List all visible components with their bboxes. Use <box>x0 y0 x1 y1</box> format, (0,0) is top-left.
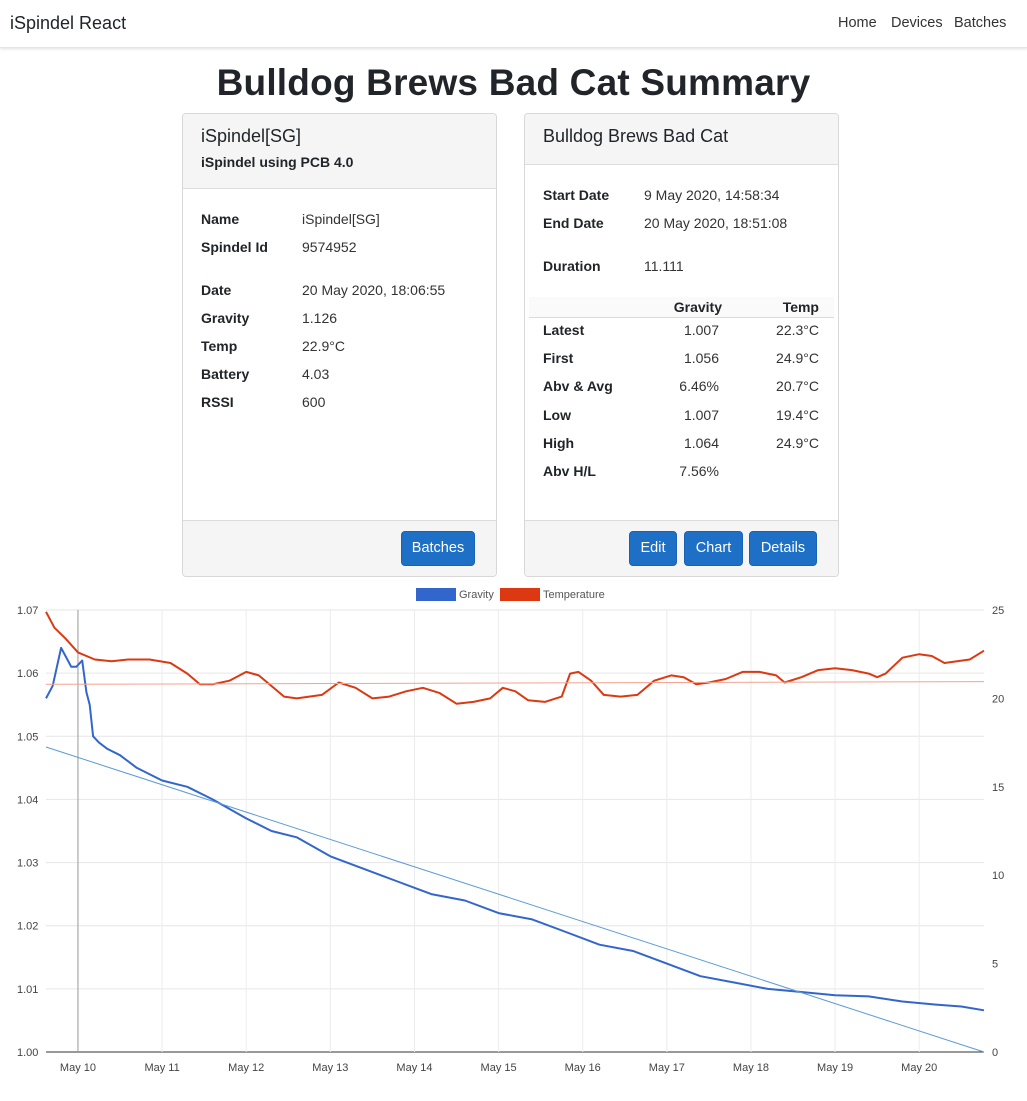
y-right-tick-label: 0 <box>992 1047 998 1059</box>
batch-card: Bulldog Brews Bad Cat Start Date 9 May 2… <box>524 113 839 577</box>
field-label-start-date: Start Date <box>543 187 610 203</box>
details-button[interactable]: Details <box>749 531 817 566</box>
field-label-duration: Duration <box>543 258 601 274</box>
field-label-battery: Battery <box>201 366 250 382</box>
chart-button[interactable]: Chart <box>684 531 743 566</box>
y-left-tick-label: 1.02 <box>17 921 38 933</box>
field-label-end-date: End Date <box>543 215 604 231</box>
stats-temp-abv-avg: 20.7°C <box>776 378 819 394</box>
page-title: Bulldog Brews Bad Cat Summary <box>216 62 811 103</box>
stats-temp-high: 24.9°C <box>776 435 819 451</box>
stats-label-low: Low <box>543 407 571 423</box>
x-tick-label: May 10 <box>60 1062 96 1074</box>
batch-card-header: Bulldog Brews Bad Cat <box>525 114 838 165</box>
device-card-header: iSpindel[SG] iSpindel using PCB 4.0 <box>183 114 496 189</box>
x-tick-label: May 20 <box>901 1062 937 1074</box>
stats-label-first: First <box>543 350 574 366</box>
stats-label-latest: Latest <box>543 322 585 338</box>
stats-temp-low: 19.4°C <box>776 407 819 423</box>
legend-gravity-swatch[interactable] <box>416 588 456 601</box>
field-value-end-date: 20 May 2020, 18:51:08 <box>644 215 788 231</box>
nav-devices[interactable]: Devices <box>891 15 943 31</box>
stats-temp-latest: 22.3°C <box>776 322 819 338</box>
field-value-date: 20 May 2020, 18:06:55 <box>302 282 446 298</box>
x-tick-label: May 13 <box>312 1062 348 1074</box>
y-left-tick-label: 1.06 <box>17 668 38 680</box>
chart-series <box>45 611 985 1053</box>
y-right-tick-label: 15 <box>992 782 1004 794</box>
field-value-start-date: 9 May 2020, 14:58:34 <box>644 187 780 203</box>
device-card-footer: Batches <box>183 520 496 576</box>
y-right-tick-label: 25 <box>992 605 1004 617</box>
y-right-tick-label: 5 <box>992 959 998 971</box>
stats-gravity-low: 1.007 <box>683 407 719 423</box>
batch-card-title: Bulldog Brews Bad Cat <box>543 126 729 146</box>
edit-button[interactable]: Edit <box>629 531 677 566</box>
stats-gravity-latest: 1.007 <box>683 322 719 338</box>
x-tick-label: May 11 <box>144 1062 179 1074</box>
nav-batches[interactable]: Batches <box>954 15 1006 31</box>
navbar-brand[interactable]: iSpindel React <box>10 13 126 34</box>
field-label-gravity: Gravity <box>201 310 250 326</box>
x-tick-label: May 16 <box>565 1062 601 1074</box>
y-left-tick-label: 1.00 <box>17 1047 38 1059</box>
x-tick-label: May 14 <box>396 1062 432 1074</box>
chart-grid <box>46 609 984 1053</box>
stats-label-abv-avg: Abv & Avg <box>543 378 613 394</box>
y-left-tick-label: 1.04 <box>17 794 38 806</box>
field-value-gravity: 1.126 <box>302 310 338 326</box>
left-axis-ticks: 1.00 1.01 1.02 1.03 1.04 1.05 1.06 1.07 <box>17 605 38 1059</box>
stats-label-abv-hl: Abv H/L <box>543 463 596 479</box>
chart-legend[interactable]: Gravity Temperature <box>416 588 605 601</box>
navbar: iSpindel React Home Devices Batches <box>0 0 1027 48</box>
y-right-tick-label: 10 <box>992 870 1004 882</box>
y-left-tick-label: 1.07 <box>17 605 38 617</box>
device-card: iSpindel[SG] iSpindel using PCB 4.0 Name… <box>182 113 497 577</box>
y-left-tick-label: 1.03 <box>17 858 38 870</box>
legend-temperature-label[interactable]: Temperature <box>543 589 605 601</box>
stats-gravity-first: 1.056 <box>683 350 719 366</box>
gravity-trend-line <box>45 746 985 1053</box>
y-left-tick-label: 1.05 <box>17 731 38 743</box>
stats-temp-first: 24.9°C <box>776 350 819 366</box>
device-card-title: iSpindel[SG] <box>201 126 302 146</box>
y-left-tick-label: 1.01 <box>17 984 38 996</box>
x-tick-label: May 19 <box>817 1062 853 1074</box>
right-axis-ticks: 0 5 10 15 20 25 <box>992 605 1004 1059</box>
stats-header-gravity: Gravity <box>673 299 722 315</box>
stats-gravity-high: 1.064 <box>683 435 719 451</box>
temperature-line <box>45 611 985 705</box>
field-label-rssi: RSSI <box>201 394 234 410</box>
batch-card-footer: Edit Chart Details <box>525 520 838 576</box>
field-value-battery: 4.03 <box>302 366 330 382</box>
stats-table-header: Gravity Temp <box>529 297 834 318</box>
field-value-spindel-id: 9574952 <box>302 239 357 255</box>
stats-header-temp: Temp <box>782 299 819 315</box>
x-tick-label: May 17 <box>649 1062 685 1074</box>
field-value-rssi: 600 <box>302 394 326 410</box>
y-right-tick-label: 20 <box>992 693 1004 705</box>
field-label-date: Date <box>201 282 232 298</box>
field-label-name: Name <box>201 211 240 227</box>
x-tick-label: May 18 <box>733 1062 769 1074</box>
gravity-line <box>45 646 985 1012</box>
x-tick-label: May 15 <box>481 1062 517 1074</box>
x-tick-label: May 12 <box>228 1062 264 1074</box>
temperature-average-line <box>45 681 985 685</box>
fermentation-chart[interactable]: 1.00 1.01 1.02 1.03 1.04 1.05 1.06 1.07 0 5 10 15 2… <box>0 582 1027 1097</box>
field-label-temp: Temp <box>201 338 238 354</box>
x-axis-ticks: May 10 May 11 May 12 May 13 May 14 May 15 May … <box>60 1062 937 1074</box>
stats-gravity-abv-hl: 7.56% <box>679 463 719 479</box>
field-value-duration: 11.111 <box>644 258 684 274</box>
stats-gravity-abv-avg: 6.46% <box>679 378 719 394</box>
legend-gravity-label[interactable]: Gravity <box>459 589 494 601</box>
field-value-temp: 22.9°C <box>302 338 345 354</box>
field-value-name: iSpindel[SG] <box>302 211 380 227</box>
nav-home[interactable]: Home <box>838 15 877 31</box>
batches-button[interactable]: Batches <box>401 531 475 566</box>
stats-label-high: High <box>543 435 575 451</box>
legend-temperature-swatch[interactable] <box>500 588 540 601</box>
device-card-subtitle: iSpindel using PCB 4.0 <box>201 154 354 170</box>
field-label-spindel-id: Spindel Id <box>201 239 268 255</box>
